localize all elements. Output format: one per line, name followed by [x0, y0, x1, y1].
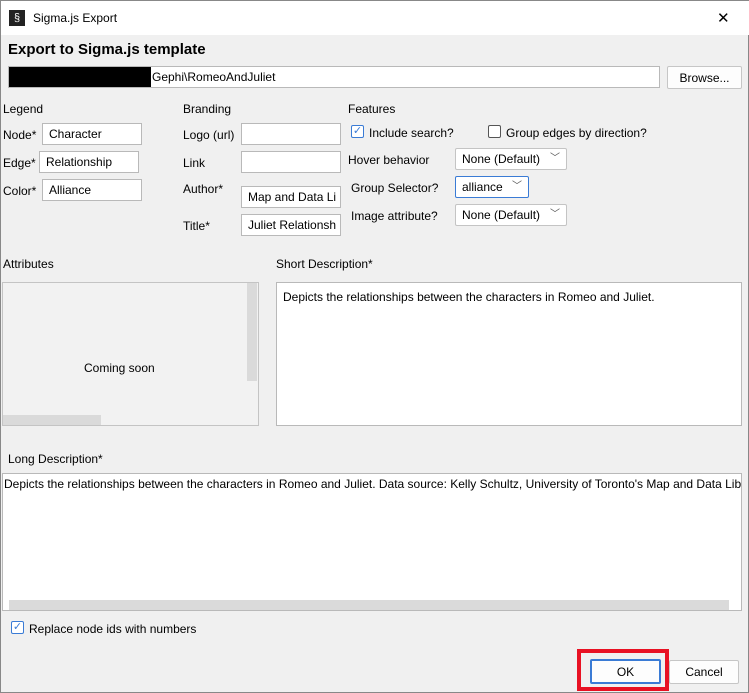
chevron-down-icon: ﹀	[550, 153, 560, 164]
logo-label: Logo (url)	[183, 128, 235, 142]
replace-ids-label: Replace node ids with numbers	[29, 622, 197, 636]
edge-label: Edge*	[3, 156, 36, 170]
hover-select[interactable]: None (Default) ﹀	[455, 148, 567, 170]
image-attribute-label: Image attribute?	[351, 209, 438, 223]
author-field[interactable]: Map and Data Li	[241, 186, 341, 208]
window-title: Sigma.js Export	[33, 11, 118, 25]
hover-label: Hover behavior	[348, 153, 430, 167]
include-search-label: Include search?	[369, 126, 454, 140]
dialog-heading: Export to Sigma.js template	[8, 41, 206, 58]
image-attribute-select[interactable]: None (Default) ﹀	[455, 204, 567, 226]
attributes-placeholder: Coming soon	[84, 361, 155, 375]
vertical-scrollbar[interactable]	[247, 283, 257, 381]
ok-button[interactable]: OK	[590, 659, 661, 684]
horizontal-scrollbar[interactable]	[9, 600, 729, 610]
title-label: Title*	[183, 219, 210, 233]
long-description-textarea[interactable]: Depicts the relationships between the ch…	[2, 473, 742, 611]
attributes-heading: Attributes	[3, 257, 54, 271]
branding-heading: Branding	[183, 102, 232, 116]
short-description-textarea[interactable]: Depicts the relationships between the ch…	[276, 282, 742, 426]
long-description-label: Long Description*	[8, 452, 103, 466]
include-search-checkbox[interactable]: ✓	[351, 125, 364, 138]
link-label: Link	[183, 156, 206, 170]
group-edges-label: Group edges by direction?	[506, 126, 647, 140]
short-description-label: Short Description*	[276, 257, 373, 271]
app-icon: §	[9, 10, 25, 26]
group-selector-label: Group Selector?	[351, 181, 439, 195]
horizontal-scrollbar[interactable]	[3, 415, 101, 425]
group-edges-checkbox[interactable]	[488, 125, 501, 138]
replace-ids-checkbox[interactable]: ✓	[11, 621, 24, 634]
redaction	[9, 67, 151, 87]
close-icon[interactable]: ✕	[717, 9, 730, 27]
color-label: Color*	[3, 184, 37, 198]
author-label: Author*	[183, 182, 224, 196]
browse-button[interactable]: Browse...	[667, 66, 742, 89]
chevron-down-icon: ﹀	[550, 209, 560, 220]
logo-field[interactable]	[241, 123, 341, 145]
node-field[interactable]: Character	[42, 123, 142, 145]
color-field[interactable]: Alliance	[42, 179, 142, 201]
attributes-panel	[2, 282, 259, 426]
legend-heading: Legend	[3, 102, 44, 116]
features-heading: Features	[348, 102, 396, 116]
chevron-down-icon: ﹀	[512, 181, 522, 192]
node-label: Node*	[3, 128, 37, 142]
cancel-button[interactable]: Cancel	[669, 660, 739, 684]
link-field[interactable]	[241, 151, 341, 173]
group-selector-select[interactable]: alliance ﹀	[455, 176, 529, 198]
edge-field[interactable]: Relationship	[39, 151, 139, 173]
title-field[interactable]: Juliet Relationsh	[241, 214, 341, 236]
